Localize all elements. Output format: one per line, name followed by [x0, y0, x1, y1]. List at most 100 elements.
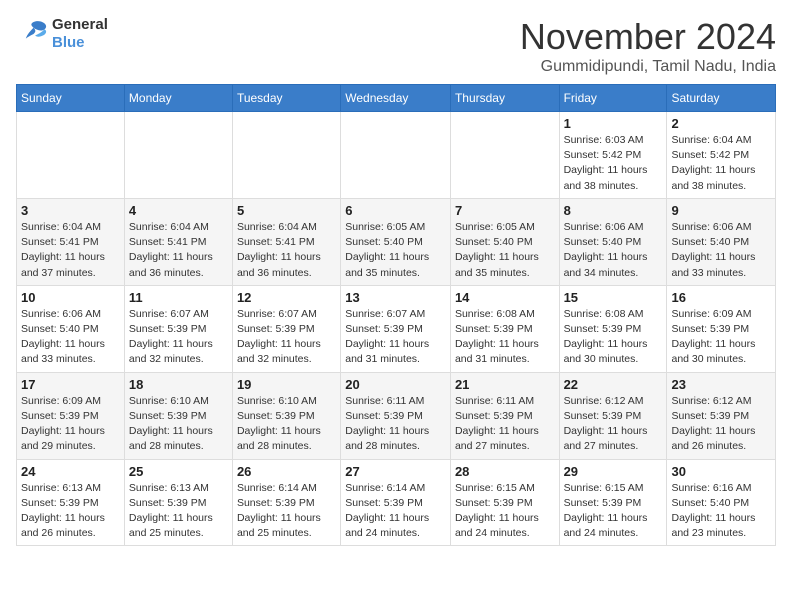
day-info: Sunrise: 6:14 AMSunset: 5:39 PMDaylight:… [345, 481, 446, 542]
day-number: 8 [564, 203, 663, 218]
day-number: 10 [21, 290, 120, 305]
day-number: 19 [237, 377, 336, 392]
day-number: 24 [21, 464, 120, 479]
calendar-cell: 6 Sunrise: 6:05 AMSunset: 5:40 PMDaylight… [341, 198, 451, 285]
calendar-cell: 1 Sunrise: 6:03 AMSunset: 5:42 PMDaylight… [559, 112, 667, 199]
day-info: Sunrise: 6:10 AMSunset: 5:39 PMDaylight:… [129, 394, 228, 455]
day-info: Sunrise: 6:08 AMSunset: 5:39 PMDaylight:… [455, 307, 555, 368]
day-number: 14 [455, 290, 555, 305]
day-number: 25 [129, 464, 228, 479]
calendar-cell: 2 Sunrise: 6:04 AMSunset: 5:42 PMDaylight… [667, 112, 776, 199]
day-number: 26 [237, 464, 336, 479]
day-number: 23 [671, 377, 771, 392]
day-info: Sunrise: 6:08 AMSunset: 5:39 PMDaylight:… [564, 307, 663, 368]
calendar-cell: 22 Sunrise: 6:12 AMSunset: 5:39 PMDayligh… [559, 372, 667, 459]
header-thursday: Thursday [450, 85, 559, 112]
header-wednesday: Wednesday [341, 85, 451, 112]
day-number: 7 [455, 203, 555, 218]
day-info: Sunrise: 6:07 AMSunset: 5:39 PMDaylight:… [345, 307, 446, 368]
day-number: 12 [237, 290, 336, 305]
calendar-cell: 9 Sunrise: 6:06 AMSunset: 5:40 PMDaylight… [667, 198, 776, 285]
calendar-cell: 11Sunrise: 6:07 AMSunset: 5:39 PMDayligh… [124, 285, 232, 372]
day-info: Sunrise: 6:07 AMSunset: 5:39 PMDaylight:… [129, 307, 228, 368]
calendar-cell: 28 Sunrise: 6:15 AMSunset: 5:39 PMDayligh… [450, 459, 559, 546]
day-info: Sunrise: 6:11 AMSunset: 5:39 PMDaylight:… [345, 394, 446, 455]
day-number: 15 [564, 290, 663, 305]
day-number: 20 [345, 377, 446, 392]
calendar-cell: 7 Sunrise: 6:05 AMSunset: 5:40 PMDaylight… [450, 198, 559, 285]
logo-general: General [52, 16, 108, 33]
day-number: 13 [345, 290, 446, 305]
day-info: Sunrise: 6:11 AMSunset: 5:39 PMDaylight:… [455, 394, 555, 455]
logo-blue: Blue [52, 34, 85, 51]
day-number: 3 [21, 203, 120, 218]
day-info: Sunrise: 6:09 AMSunset: 5:39 PMDaylight:… [21, 394, 120, 455]
header: General Blue November 2024 Gummidipundi,… [16, 16, 776, 76]
calendar-cell: 20 Sunrise: 6:11 AMSunset: 5:39 PMDayligh… [341, 372, 451, 459]
calendar-cell: 27Sunrise: 6:14 AMSunset: 5:39 PMDayligh… [341, 459, 451, 546]
day-number: 9 [671, 203, 771, 218]
calendar-cell: 18 Sunrise: 6:10 AMSunset: 5:39 PMDayligh… [124, 372, 232, 459]
day-number: 1 [564, 116, 663, 131]
day-info: Sunrise: 6:12 AMSunset: 5:39 PMDaylight:… [671, 394, 771, 455]
day-info: Sunrise: 6:04 AMSunset: 5:41 PMDaylight:… [129, 220, 228, 281]
day-info: Sunrise: 6:04 AMSunset: 5:41 PMDaylight:… [21, 220, 120, 281]
day-info: Sunrise: 6:04 AMSunset: 5:42 PMDaylight:… [671, 133, 771, 194]
calendar-week-row: 1 Sunrise: 6:03 AMSunset: 5:42 PMDaylight… [17, 112, 776, 199]
calendar-header-row: SundayMondayTuesdayWednesdayThursdayFrid… [17, 85, 776, 112]
calendar-cell: 30Sunrise: 6:16 AMSunset: 5:40 PMDayligh… [667, 459, 776, 546]
calendar-cell: 12Sunrise: 6:07 AMSunset: 5:39 PMDayligh… [232, 285, 340, 372]
header-monday: Monday [124, 85, 232, 112]
header-sunday: Sunday [17, 85, 125, 112]
day-number: 6 [345, 203, 446, 218]
calendar-cell [124, 112, 232, 199]
calendar-cell: 26 Sunrise: 6:14 AMSunset: 5:39 PMDayligh… [232, 459, 340, 546]
day-info: Sunrise: 6:06 AMSunset: 5:40 PMDaylight:… [21, 307, 120, 368]
day-info: Sunrise: 6:13 AMSunset: 5:39 PMDaylight:… [129, 481, 228, 542]
day-info: Sunrise: 6:06 AMSunset: 5:40 PMDaylight:… [564, 220, 663, 281]
day-info: Sunrise: 6:06 AMSunset: 5:40 PMDaylight:… [671, 220, 771, 281]
day-info: Sunrise: 6:13 AMSunset: 5:39 PMDaylight:… [21, 481, 120, 542]
calendar-cell [450, 112, 559, 199]
day-number: 29 [564, 464, 663, 479]
day-info: Sunrise: 6:10 AMSunset: 5:39 PMDaylight:… [237, 394, 336, 455]
day-number: 22 [564, 377, 663, 392]
day-info: Sunrise: 6:15 AMSunset: 5:39 PMDaylight:… [455, 481, 555, 542]
day-info: Sunrise: 6:05 AMSunset: 5:40 PMDaylight:… [345, 220, 446, 281]
calendar-cell: 29Sunrise: 6:15 AMSunset: 5:39 PMDayligh… [559, 459, 667, 546]
calendar-week-row: 17 Sunrise: 6:09 AMSunset: 5:39 PMDayligh… [17, 372, 776, 459]
day-number: 18 [129, 377, 228, 392]
day-info: Sunrise: 6:05 AMSunset: 5:40 PMDaylight:… [455, 220, 555, 281]
logo-bird-icon [16, 20, 48, 48]
logo: General Blue [16, 16, 108, 51]
calendar-cell: 13 Sunrise: 6:07 AMSunset: 5:39 PMDayligh… [341, 285, 451, 372]
day-number: 17 [21, 377, 120, 392]
calendar-table: SundayMondayTuesdayWednesdayThursdayFrid… [16, 84, 776, 546]
calendar-cell: 3 Sunrise: 6:04 AMSunset: 5:41 PMDaylight… [17, 198, 125, 285]
calendar-week-row: 10 Sunrise: 6:06 AMSunset: 5:40 PMDayligh… [17, 285, 776, 372]
header-saturday: Saturday [667, 85, 776, 112]
header-friday: Friday [559, 85, 667, 112]
calendar-cell: 8 Sunrise: 6:06 AMSunset: 5:40 PMDaylight… [559, 198, 667, 285]
calendar-cell: 10 Sunrise: 6:06 AMSunset: 5:40 PMDayligh… [17, 285, 125, 372]
day-number: 4 [129, 203, 228, 218]
calendar-cell: 14 Sunrise: 6:08 AMSunset: 5:39 PMDayligh… [450, 285, 559, 372]
day-info: Sunrise: 6:12 AMSunset: 5:39 PMDaylight:… [564, 394, 663, 455]
day-info: Sunrise: 6:14 AMSunset: 5:39 PMDaylight:… [237, 481, 336, 542]
day-number: 28 [455, 464, 555, 479]
title-section: November 2024 Gummidipundi, Tamil Nadu, … [520, 16, 776, 76]
day-info: Sunrise: 6:04 AMSunset: 5:41 PMDaylight:… [237, 220, 336, 281]
calendar-cell: 19 Sunrise: 6:10 AMSunset: 5:39 PMDayligh… [232, 372, 340, 459]
day-info: Sunrise: 6:03 AMSunset: 5:42 PMDaylight:… [564, 133, 663, 194]
calendar-cell [341, 112, 451, 199]
calendar-cell: 17 Sunrise: 6:09 AMSunset: 5:39 PMDayligh… [17, 372, 125, 459]
calendar-cell: 23 Sunrise: 6:12 AMSunset: 5:39 PMDayligh… [667, 372, 776, 459]
month-title: November 2024 [520, 16, 776, 58]
day-info: Sunrise: 6:16 AMSunset: 5:40 PMDaylight:… [671, 481, 771, 542]
calendar-cell: 4 Sunrise: 6:04 AMSunset: 5:41 PMDaylight… [124, 198, 232, 285]
calendar-cell [17, 112, 125, 199]
day-number: 21 [455, 377, 555, 392]
day-number: 2 [671, 116, 771, 131]
calendar-week-row: 24 Sunrise: 6:13 AMSunset: 5:39 PMDayligh… [17, 459, 776, 546]
logo-text: General Blue [52, 16, 108, 51]
